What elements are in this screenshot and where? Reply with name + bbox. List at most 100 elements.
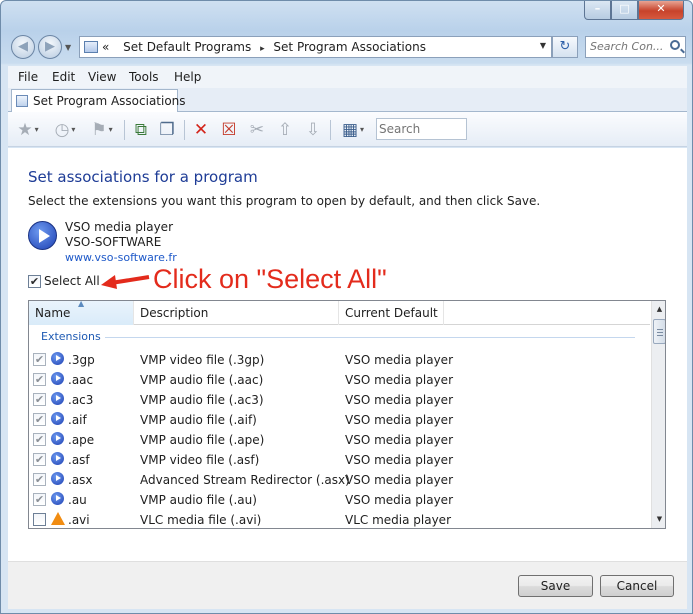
menu-help[interactable]: Help — [174, 70, 201, 84]
copy-icon[interactable]: ❐ — [156, 119, 178, 141]
menu-tools[interactable]: Tools — [129, 70, 159, 84]
file-description: VMP audio file (.aac) — [140, 373, 264, 387]
row-checkbox[interactable] — [33, 513, 46, 526]
grip-line — [657, 332, 663, 333]
instruction-text: Select the extensions you want this prog… — [28, 194, 541, 208]
address-bar[interactable]: « Set Default Programs ▸ Set Program Ass… — [79, 36, 552, 58]
minimize-button[interactable]: – — [584, 1, 611, 20]
vertical-scrollbar[interactable]: ▲ ▼ — [651, 301, 665, 528]
menu-bar: File Edit View Tools Help — [8, 66, 687, 88]
delete-selected-icon[interactable]: ☒ — [218, 119, 240, 141]
maximize-icon: □ — [619, 2, 630, 15]
maximize-button[interactable]: □ — [611, 1, 638, 20]
scroll-down-icon[interactable]: ▼ — [652, 511, 665, 528]
file-description: VMP video file (.asf) — [140, 453, 260, 467]
control-panel-search[interactable] — [585, 36, 686, 58]
row-checkbox[interactable]: ✔ — [33, 353, 46, 366]
row-checkbox[interactable]: ✔ — [33, 373, 46, 386]
table-row[interactable]: ✔ .ac3 VMP audio file (.ac3) VSO media play… — [29, 389, 650, 409]
address-dropdown-icon[interactable]: ▼ — [540, 41, 546, 50]
table-row[interactable]: ✔ .3gp VMP video file (.3gp) VSO media play… — [29, 349, 650, 369]
scroll-up-icon[interactable]: ▲ — [652, 301, 665, 318]
column-header-current-default[interactable]: Current Default — [339, 301, 444, 325]
file-description: Advanced Stream Redirector (.asx) — [140, 473, 350, 487]
extension-name: .ac3 — [68, 393, 94, 407]
select-all-label[interactable]: Select All — [44, 274, 100, 288]
row-checkbox[interactable]: ✔ — [33, 473, 46, 486]
back-arrow-icon: ◀ — [18, 39, 28, 54]
delete-icon[interactable]: ✕ — [190, 119, 212, 141]
search-icon[interactable] — [670, 40, 680, 50]
move-icon[interactable]: ⧉ — [130, 119, 152, 141]
row-checkbox[interactable]: ✔ — [33, 413, 46, 426]
page-icon — [16, 95, 28, 107]
toolbar-search[interactable] — [376, 118, 467, 140]
table-row[interactable]: ✔ .ape VMP audio file (.ape) VSO media play… — [29, 429, 650, 449]
view-grid-icon[interactable]: ▦ — [336, 119, 370, 141]
table-row[interactable]: ✔ .au VMP audio file (.au) VSO media player — [29, 489, 650, 509]
scroll-thumb[interactable] — [653, 319, 665, 344]
toolbar-search-input[interactable] — [379, 122, 463, 136]
tab-bar: Set Program Associations — [8, 88, 687, 113]
clock-icon[interactable]: ◷ — [49, 119, 81, 141]
back-button[interactable]: ◀ — [11, 35, 35, 59]
search-input[interactable] — [590, 40, 662, 53]
column-label: Description — [140, 306, 209, 320]
windows-flag-icon[interactable]: ⚑ — [86, 119, 118, 141]
menu-view[interactable]: View — [88, 70, 116, 84]
save-button[interactable]: Save — [518, 575, 593, 597]
forward-button[interactable]: ▶ — [38, 35, 62, 59]
vlc-cone-icon — [51, 512, 65, 525]
checkmark-icon[interactable]: ✔ — [28, 275, 41, 288]
cut-icon[interactable]: ✂ — [246, 119, 268, 141]
extension-name: .aif — [68, 413, 87, 427]
refresh-button[interactable]: ↻ — [552, 36, 578, 58]
breadcrumb-set-program-associations[interactable]: Set Program Associations — [273, 40, 426, 54]
program-website-link[interactable]: www.vso-software.fr — [65, 251, 177, 264]
extensions-list[interactable]: ▲ Name Description Current Default Exten… — [28, 300, 666, 529]
grip-line — [657, 329, 663, 330]
toolbar-separator — [330, 120, 331, 140]
tab-set-program-associations[interactable]: Set Program Associations — [11, 89, 186, 113]
vso-player-icon — [51, 372, 64, 385]
minimize-icon: – — [594, 2, 601, 15]
arrow-up-icon[interactable]: ⇧ — [274, 119, 296, 141]
close-button[interactable]: ✕ — [638, 1, 684, 20]
arrow-down-icon[interactable]: ⇩ — [302, 119, 324, 141]
menu-file[interactable]: File — [18, 70, 38, 84]
cancel-button[interactable]: Cancel — [600, 575, 674, 597]
star-icon[interactable]: ★ — [12, 119, 44, 141]
breadcrumb-set-default-programs[interactable]: Set Default Programs — [123, 40, 251, 54]
extension-name: .3gp — [68, 353, 95, 367]
program-publisher: VSO-SOFTWARE — [65, 235, 162, 249]
row-checkbox[interactable]: ✔ — [33, 493, 46, 506]
annotation-text: Click on "Select All" — [153, 264, 387, 294]
current-default: VLC media player — [345, 513, 452, 527]
extension-name: .ape — [68, 433, 95, 447]
column-header-description[interactable]: Description — [134, 301, 339, 325]
column-header-name[interactable]: ▲ Name — [29, 301, 134, 325]
toolbar: ★ ◷ ⚑ ⧉ ❐ ✕ ☒ ✂ ⇧ ⇩ ▦ — [8, 112, 687, 147]
file-description: VMP audio file (.aif) — [140, 413, 257, 427]
vso-player-icon — [51, 472, 64, 485]
table-row[interactable]: ✔ .aif VMP audio file (.aif) VSO media play… — [29, 409, 650, 429]
control-panel-icon — [84, 41, 98, 53]
menu-edit[interactable]: Edit — [52, 70, 75, 84]
extension-name: .asx — [68, 473, 93, 487]
breadcrumb-overflow[interactable]: « — [102, 40, 109, 54]
vso-player-icon — [51, 392, 64, 405]
table-row[interactable]: ✔ .aac VMP audio file (.aac) VSO media play… — [29, 369, 650, 389]
current-default: VSO media player — [345, 393, 453, 407]
program-name: VSO media player — [65, 220, 173, 234]
row-checkbox[interactable]: ✔ — [33, 433, 46, 446]
extension-name: .au — [68, 493, 87, 507]
row-checkbox[interactable]: ✔ — [33, 393, 46, 406]
current-default: VSO media player — [345, 433, 453, 447]
table-row[interactable]: ✔ .asx Advanced Stream Redirector (.asx) VS… — [29, 469, 650, 489]
current-default: VSO media player — [345, 473, 453, 487]
table-row[interactable]: ✔ .asf VMP video file (.asf) VSO media play… — [29, 449, 650, 469]
row-checkbox[interactable]: ✔ — [33, 453, 46, 466]
grip-line — [657, 335, 663, 336]
table-row[interactable]: .avi VLC media file (.avi) VLC media playe… — [29, 509, 650, 528]
recent-pages-dropdown[interactable]: ▼ — [65, 43, 71, 52]
